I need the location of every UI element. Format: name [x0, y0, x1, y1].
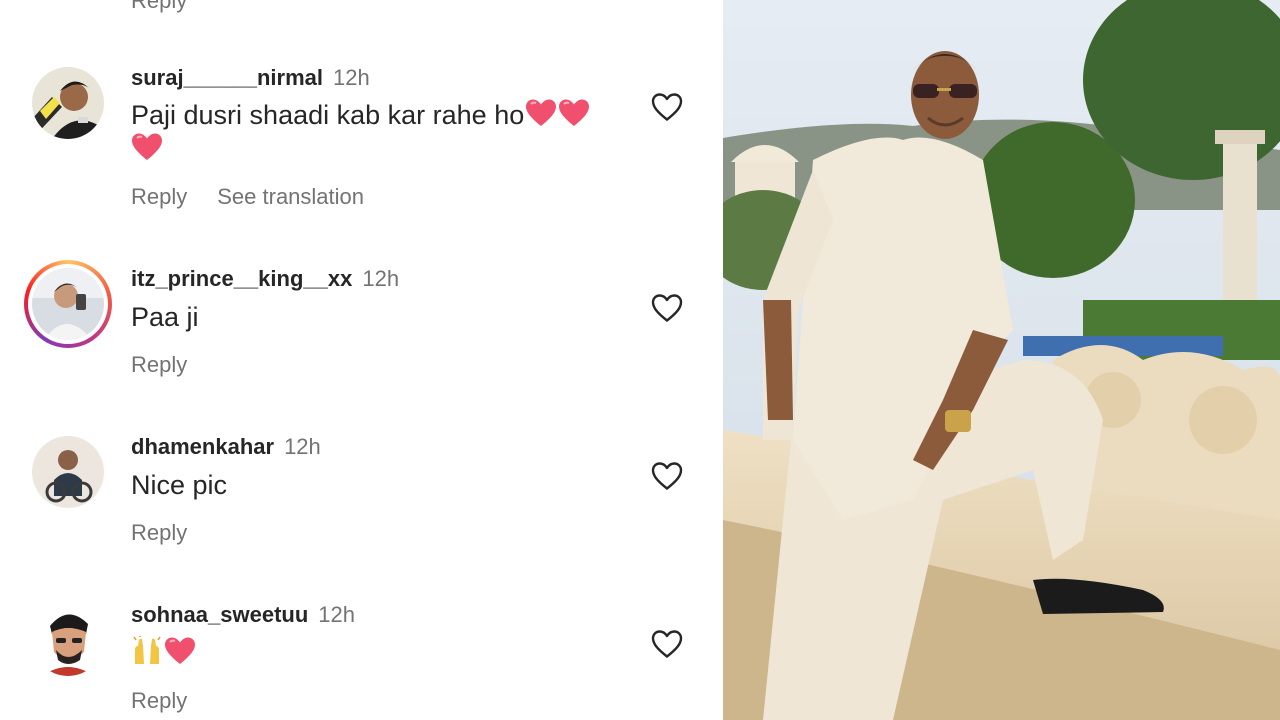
reply-button[interactable]: Reply	[131, 520, 187, 545]
username[interactable]: dhamenkahar	[131, 434, 274, 459]
avatar[interactable]	[32, 67, 104, 139]
comment-actions: Reply	[131, 352, 187, 378]
like-heart-icon[interactable]	[650, 90, 684, 124]
red-heart-emoji	[559, 99, 590, 126]
post-photo	[723, 0, 1280, 720]
reply-button[interactable]: Reply	[131, 0, 187, 14]
username[interactable]: suraj______nirmal	[131, 65, 323, 90]
see-translation-button[interactable]: See translation	[217, 184, 364, 209]
comment-actions: Reply	[131, 688, 187, 714]
comment-text: Paa ji	[131, 302, 199, 332]
timestamp: 12h	[318, 602, 355, 627]
comment-meta: dhamenkahar 12h	[131, 434, 321, 460]
timestamp: 12h	[362, 266, 400, 291]
reply-button[interactable]: Reply	[131, 184, 187, 209]
avatar-story-ring[interactable]	[24, 260, 112, 348]
like-heart-icon[interactable]	[650, 627, 684, 661]
reply-button[interactable]: Reply	[131, 688, 187, 713]
comment-meta: sohnaa_sweetuu 12h	[131, 602, 355, 628]
red-heart-emoji	[132, 133, 162, 160]
timestamp: 12h	[333, 65, 370, 90]
red-heart-emoji	[165, 637, 195, 664]
red-heart-emoji	[526, 99, 557, 126]
timestamp: 12h	[284, 434, 321, 459]
like-heart-icon[interactable]	[650, 291, 684, 325]
comments-panel: Reply suraj______nirmal 12h Paji dusri sh…	[0, 0, 723, 720]
avatar[interactable]	[32, 604, 104, 676]
raising-hands-emoji	[133, 636, 161, 664]
comment-meta: suraj______nirmal 12h	[131, 65, 370, 91]
post-photo-illustration	[723, 0, 1280, 720]
comment-actions: Reply See translation	[131, 184, 364, 210]
comment-text: Paji dusri shaadi kab kar rahe ho	[131, 98, 611, 166]
like-heart-icon[interactable]	[650, 459, 684, 493]
avatar[interactable]	[32, 436, 104, 508]
comment-text-body: Paji dusri shaadi kab kar rahe ho	[131, 100, 525, 130]
comment-actions: Reply	[131, 520, 187, 546]
comment-text	[131, 636, 611, 670]
comment-meta: itz_prince__king__xx 12h	[131, 266, 399, 292]
username[interactable]: itz_prince__king__xx	[131, 266, 352, 291]
reply-button[interactable]: Reply	[131, 352, 187, 377]
username[interactable]: sohnaa_sweetuu	[131, 602, 308, 627]
comment-text: Nice pic	[131, 470, 228, 500]
